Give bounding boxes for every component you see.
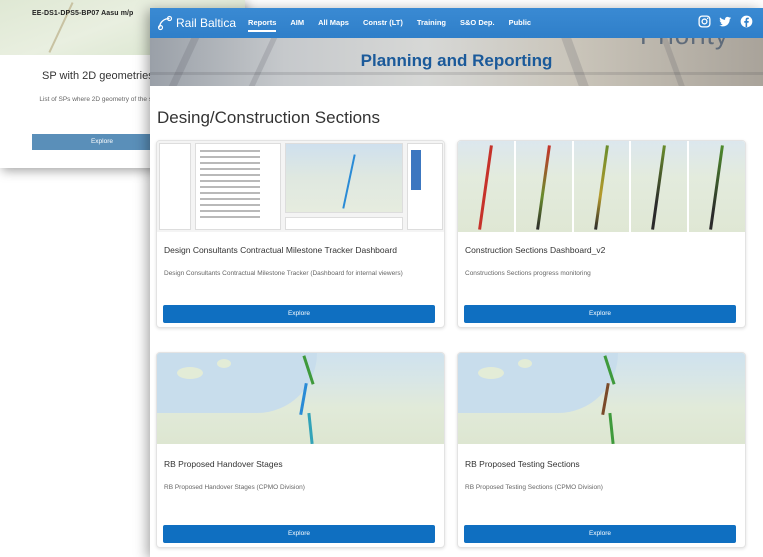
page-title: Planning and Reporting: [360, 51, 553, 70]
header-banner: Priority Planning and Reporting: [150, 38, 763, 86]
card-construction-sections: Construction Sections Dashboard_v2 Const…: [457, 140, 746, 328]
social-links: [698, 15, 753, 28]
card-description: RB Proposed Testing Sections (CPMO Divis…: [465, 484, 603, 491]
logo-icon: [157, 15, 173, 31]
instagram-icon[interactable]: [698, 15, 711, 28]
card-thumbnail[interactable]: [157, 141, 444, 232]
twitter-icon[interactable]: [719, 15, 732, 28]
explore-button[interactable]: Explore: [464, 305, 736, 323]
top-navbar: Rail Baltica Reports AIM All Maps Constr…: [150, 8, 763, 38]
card-title: RB Proposed Handover Stages: [164, 459, 283, 469]
background-priority-text: Priority: [640, 38, 729, 51]
card-thumbnail[interactable]: [458, 353, 745, 444]
rail-baltica-logo[interactable]: Rail Baltica: [156, 14, 248, 32]
card-title: Design Consultants Contractual Milestone…: [164, 245, 397, 255]
card-testing-sections: RB Proposed Testing Sections RB Proposed…: [457, 352, 746, 548]
card-thumbnail[interactable]: [157, 353, 444, 444]
main-window: Rail Baltica Reports AIM All Maps Constr…: [150, 8, 763, 557]
card-description: Design Consultants Contractual Milestone…: [164, 270, 403, 277]
card-title: Construction Sections Dashboard_v2: [465, 245, 606, 255]
back-card-map-label: EE-DS1-DPS5-BP07 Aasu m/p: [32, 10, 134, 17]
card-title: RB Proposed Testing Sections: [465, 459, 580, 469]
card-milestone-tracker: Design Consultants Contractual Milestone…: [156, 140, 445, 328]
nav-item-training[interactable]: Training: [417, 8, 446, 38]
nav-item-aim[interactable]: AIM: [290, 8, 304, 38]
card-description: Constructions Sections progress monitori…: [465, 270, 591, 277]
nav-item-constr-lt[interactable]: Constr (LT): [363, 8, 403, 38]
card-thumbnail[interactable]: [458, 141, 745, 232]
back-card-title: SP with 2D geometries: [42, 70, 154, 82]
explore-button[interactable]: Explore: [464, 525, 736, 543]
nav-item-all-maps[interactable]: All Maps: [318, 8, 349, 38]
card-description: RB Proposed Handover Stages (CPMO Divisi…: [164, 484, 305, 491]
nav-item-public[interactable]: Public: [509, 8, 532, 38]
nav-item-so-dep[interactable]: S&O Dep.: [460, 8, 495, 38]
explore-button[interactable]: Explore: [163, 525, 435, 543]
card-handover-stages: RB Proposed Handover Stages RB Proposed …: [156, 352, 445, 548]
facebook-icon[interactable]: [740, 15, 753, 28]
logo-text: Rail Baltica: [176, 16, 237, 30]
nav-item-reports[interactable]: Reports: [248, 8, 277, 38]
section-title: Desing/Construction Sections: [157, 108, 381, 127]
explore-button[interactable]: Explore: [163, 305, 435, 323]
